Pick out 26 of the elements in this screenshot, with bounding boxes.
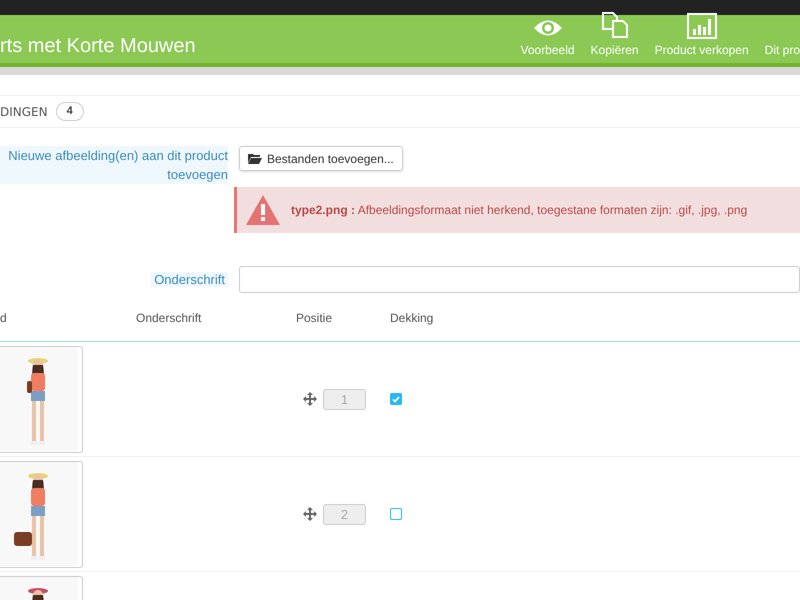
error-message: type2.png : Afbeeldingsformaat niet herkend, toegestane formaten zijn: .gif, .jpg, .png: [291, 202, 748, 219]
check-icon: [392, 396, 400, 402]
position-field[interactable]: 1: [323, 388, 366, 410]
caption-field[interactable]: [239, 266, 800, 293]
toolbar-button[interactable]: Dit pro: [764, 41, 800, 59]
drag-handle-icon[interactable]: [303, 392, 317, 406]
toolbar-button[interactable]: Voorbeeld: [520, 17, 575, 59]
cover-checkbox[interactable]: [390, 393, 402, 405]
column-header: Onderschrift: [136, 310, 202, 326]
add-files-button[interactable]: Bestanden toevoegen...: [239, 146, 403, 171]
cover-checkbox[interactable]: [390, 508, 402, 520]
toolbar-button[interactable]: Product verkopen: [654, 13, 749, 59]
caption-label: Onderschrift: [151, 272, 228, 286]
drag-handle-icon[interactable]: [303, 507, 317, 521]
folder-icon: [248, 153, 262, 164]
bar-chart-icon: [686, 13, 717, 39]
column-header: Positie: [296, 310, 334, 326]
column-header: d: [0, 310, 8, 326]
count-badge: 4: [56, 102, 84, 121]
warning-icon: [245, 194, 281, 226]
toolbar-button[interactable]: Kopiëren: [590, 11, 639, 59]
section-title: DINGEN: [0, 104, 48, 120]
upload-label: Nieuwe afbeelding(en) aan dit product toevoegen: [0, 146, 228, 184]
position-field[interactable]: 2: [323, 504, 366, 524]
page-title: rts met Korte Mouwen: [0, 34, 196, 59]
column-header: Dekking: [390, 310, 434, 326]
